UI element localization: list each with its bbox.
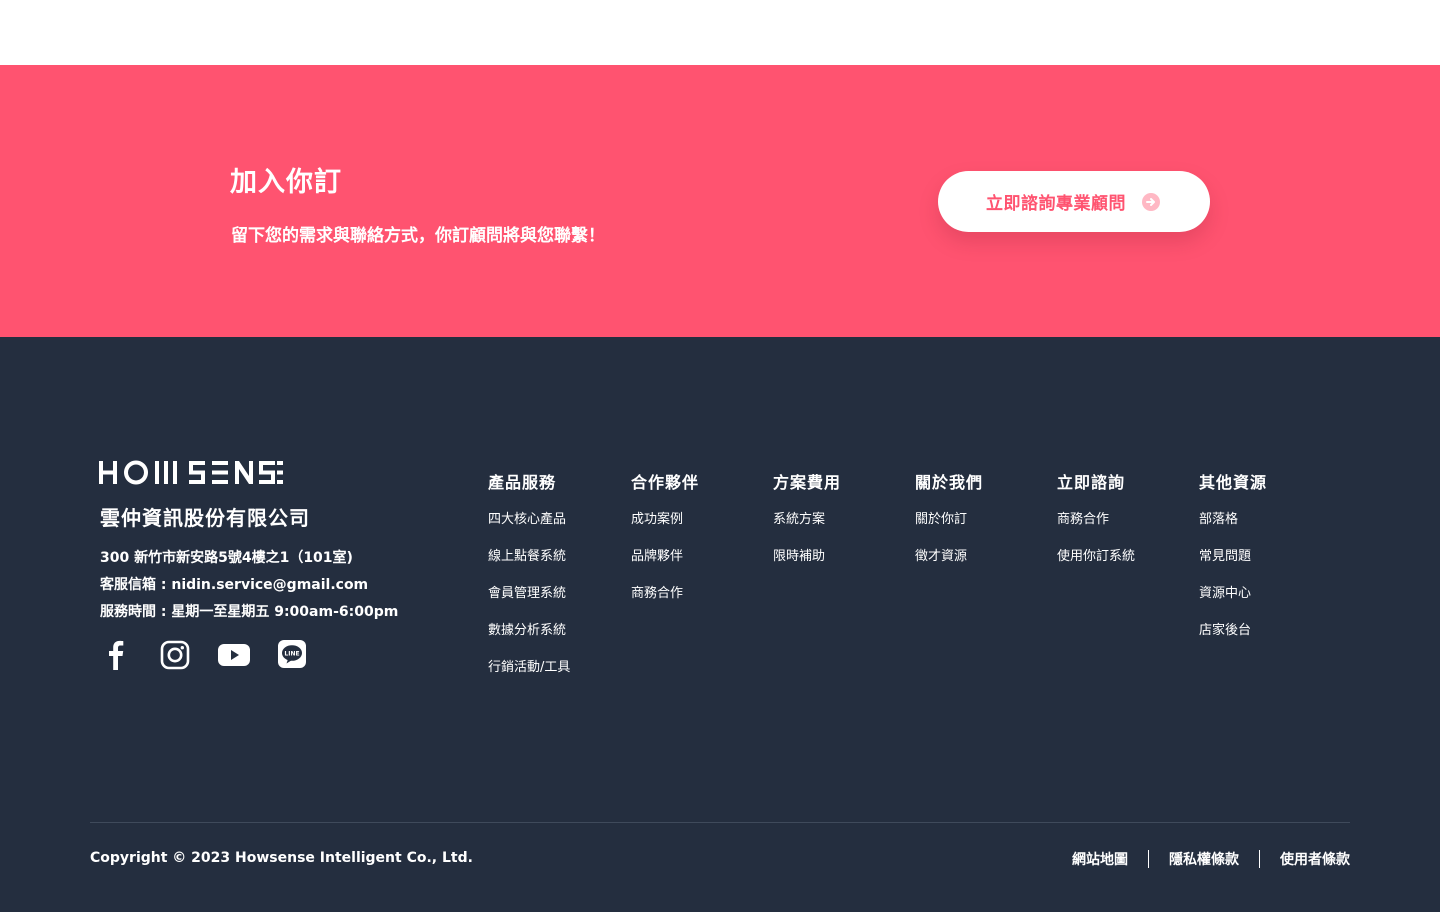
- howsense-logo[interactable]: [99, 459, 283, 487]
- footer-link[interactable]: 行銷活動/工具: [488, 659, 570, 696]
- company-name: 雲仲資訊股份有限公司: [100, 506, 310, 530]
- footer-column-heading: 立即諮詢: [1057, 473, 1126, 492]
- footer-link[interactable]: 部落格: [1199, 511, 1267, 548]
- facebook-icon[interactable]: [100, 639, 132, 671]
- arrow-circle-right-icon: [1142, 192, 1160, 211]
- consult-button-label: 立即諮詢專業顧問: [986, 194, 1126, 214]
- legal-links: 網站地圖 隱私權條款 使用者條款: [1072, 849, 1350, 869]
- footer-column-pricing: 方案費用 系統方案 限時補助: [773, 469, 841, 585]
- footer-divider: [90, 822, 1350, 823]
- footer-column-partners: 合作夥伴 成功案例 品牌夥伴 商務合作: [631, 469, 699, 622]
- footer-link[interactable]: 商務合作: [631, 585, 699, 622]
- email-text: 客服信箱 : nidin.service@gmail.com: [100, 577, 369, 593]
- consult-button[interactable]: 立即諮詢專業顧問: [938, 171, 1210, 232]
- footer-link[interactable]: 店家後台: [1199, 622, 1267, 659]
- social-links: LINE: [100, 639, 336, 671]
- footer-column-heading: 合作夥伴: [631, 473, 700, 492]
- top-blank-band: [0, 0, 1440, 65]
- terms-link[interactable]: 使用者條款: [1280, 849, 1350, 869]
- address-text: 300 新竹市新安路5號4樓之1（101室): [100, 550, 353, 566]
- footer-column-heading: 產品服務: [488, 473, 557, 492]
- join-cta-banner: 加入你訂 留下您的需求與聯絡方式，你訂顧問將與您聯繫！ 立即諮詢專業顧問: [0, 65, 1440, 337]
- cta-title: 加入你訂: [230, 167, 342, 198]
- svg-text:LINE: LINE: [284, 650, 299, 657]
- instagram-icon[interactable]: [159, 639, 191, 671]
- footer-link[interactable]: 徵才資源: [915, 548, 983, 585]
- footer-column-heading: 其他資源: [1199, 473, 1268, 492]
- footer-link[interactable]: 關於你訂: [915, 511, 983, 548]
- footer-link[interactable]: 系統方案: [773, 511, 841, 548]
- footer-link[interactable]: 品牌夥伴: [631, 548, 699, 585]
- footer-link[interactable]: 數據分析系統: [488, 622, 570, 659]
- footer-link[interactable]: 限時補助: [773, 548, 841, 585]
- footer-link[interactable]: 四大核心產品: [488, 511, 570, 548]
- footer-link[interactable]: 使用你訂系統: [1057, 548, 1135, 585]
- site-footer: 雲仲資訊股份有限公司 300 新竹市新安路5號4樓之1（101室) 客服信箱 :…: [0, 337, 1440, 912]
- footer-column-heading: 關於我們: [915, 473, 984, 492]
- contact-info: 300 新竹市新安路5號4樓之1（101室) 客服信箱 : nidin.serv…: [100, 545, 398, 626]
- footer-column-resources: 其他資源 部落格 常見問題 資源中心 店家後台: [1199, 469, 1267, 659]
- footer-link[interactable]: 會員管理系統: [488, 585, 570, 622]
- footer-column-consult: 立即諮詢 商務合作 使用你訂系統: [1057, 469, 1135, 585]
- privacy-link[interactable]: 隱私權條款: [1169, 849, 1239, 869]
- hours-text: 服務時間 : 星期一至星期五 9:00am-6:00pm: [100, 604, 399, 620]
- sitemap-link[interactable]: 網站地圖: [1072, 849, 1128, 869]
- footer-column-about: 關於我們 關於你訂 徵才資源: [915, 469, 983, 585]
- legal-separator: [1259, 850, 1260, 868]
- footer-column-products: 產品服務 四大核心產品 線上點餐系統 會員管理系統 數據分析系統 行銷活動/工具: [488, 469, 570, 696]
- copyright-text: Copyright © 2023 Howsense Intelligent Co…: [90, 850, 473, 866]
- footer-link[interactable]: 資源中心: [1199, 585, 1267, 622]
- footer-link[interactable]: 商務合作: [1057, 511, 1135, 548]
- footer-link[interactable]: 常見問題: [1199, 548, 1267, 585]
- cta-subtitle: 留下您的需求與聯絡方式，你訂顧問將與您聯繫！: [231, 226, 605, 246]
- line-icon[interactable]: LINE: [277, 639, 309, 671]
- footer-column-heading: 方案費用: [773, 473, 842, 492]
- youtube-icon[interactable]: [218, 639, 250, 671]
- footer-link[interactable]: 線上點餐系統: [488, 548, 570, 585]
- legal-separator: [1148, 850, 1149, 868]
- footer-link[interactable]: 成功案例: [631, 511, 699, 548]
